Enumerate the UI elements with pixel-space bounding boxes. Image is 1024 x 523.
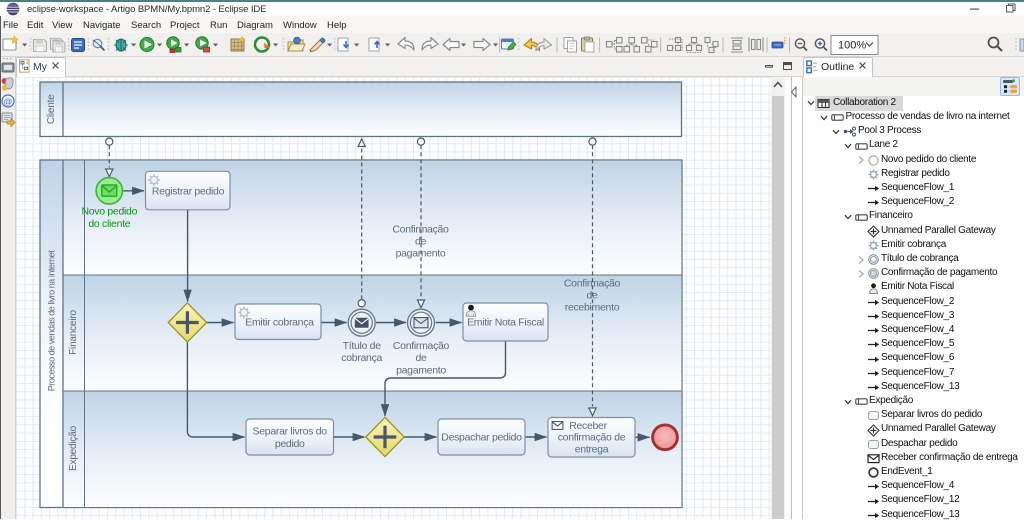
svg-text:Novo pedido: Novo pedido bbox=[81, 206, 137, 218]
svg-text:pedido: pedido bbox=[275, 438, 305, 450]
svg-text:de: de bbox=[415, 352, 427, 364]
svg-text:Confirmação: Confirmação bbox=[392, 224, 449, 236]
svg-text:de: de bbox=[415, 236, 427, 248]
svg-text:Emitir Nota Fiscal: Emitir Nota Fiscal bbox=[467, 316, 544, 328]
svg-text:Separar livros do: Separar livros do bbox=[253, 425, 328, 437]
svg-text:pagamento: pagamento bbox=[396, 364, 446, 376]
svg-text:Receber: Receber bbox=[569, 420, 607, 432]
svg-text:do cliente: do cliente bbox=[88, 218, 130, 230]
svg-text:de: de bbox=[586, 290, 598, 302]
svg-text:recebimento: recebimento bbox=[565, 302, 620, 314]
svg-text:pagamento: pagamento bbox=[396, 248, 446, 260]
svg-text:@: @ bbox=[4, 97, 13, 107]
svg-text:Confirmação: Confirmação bbox=[564, 278, 621, 290]
svg-text:entrega: entrega bbox=[575, 444, 609, 456]
svg-text:Emitir cobrança: Emitir cobrança bbox=[245, 316, 314, 328]
svg-text:confirmação de: confirmação de bbox=[558, 432, 626, 444]
svg-text:Cliente: Cliente bbox=[46, 94, 57, 124]
svg-text:Confirmação: Confirmação bbox=[393, 340, 450, 352]
svg-text:Título de: Título de bbox=[343, 340, 382, 352]
svg-text:Processo de vendas de livro na: Processo de vendas de livro na internet bbox=[47, 250, 57, 391]
svg-text:Financeiro: Financeiro bbox=[68, 310, 79, 355]
svg-text:Registrar pedido: Registrar pedido bbox=[152, 185, 225, 197]
svg-text:Expedição: Expedição bbox=[68, 425, 79, 471]
svg-text:100%: 100% bbox=[838, 40, 866, 52]
svg-text:Despachar pedido: Despachar pedido bbox=[441, 431, 522, 443]
svg-text:cobrança: cobrança bbox=[341, 352, 382, 364]
